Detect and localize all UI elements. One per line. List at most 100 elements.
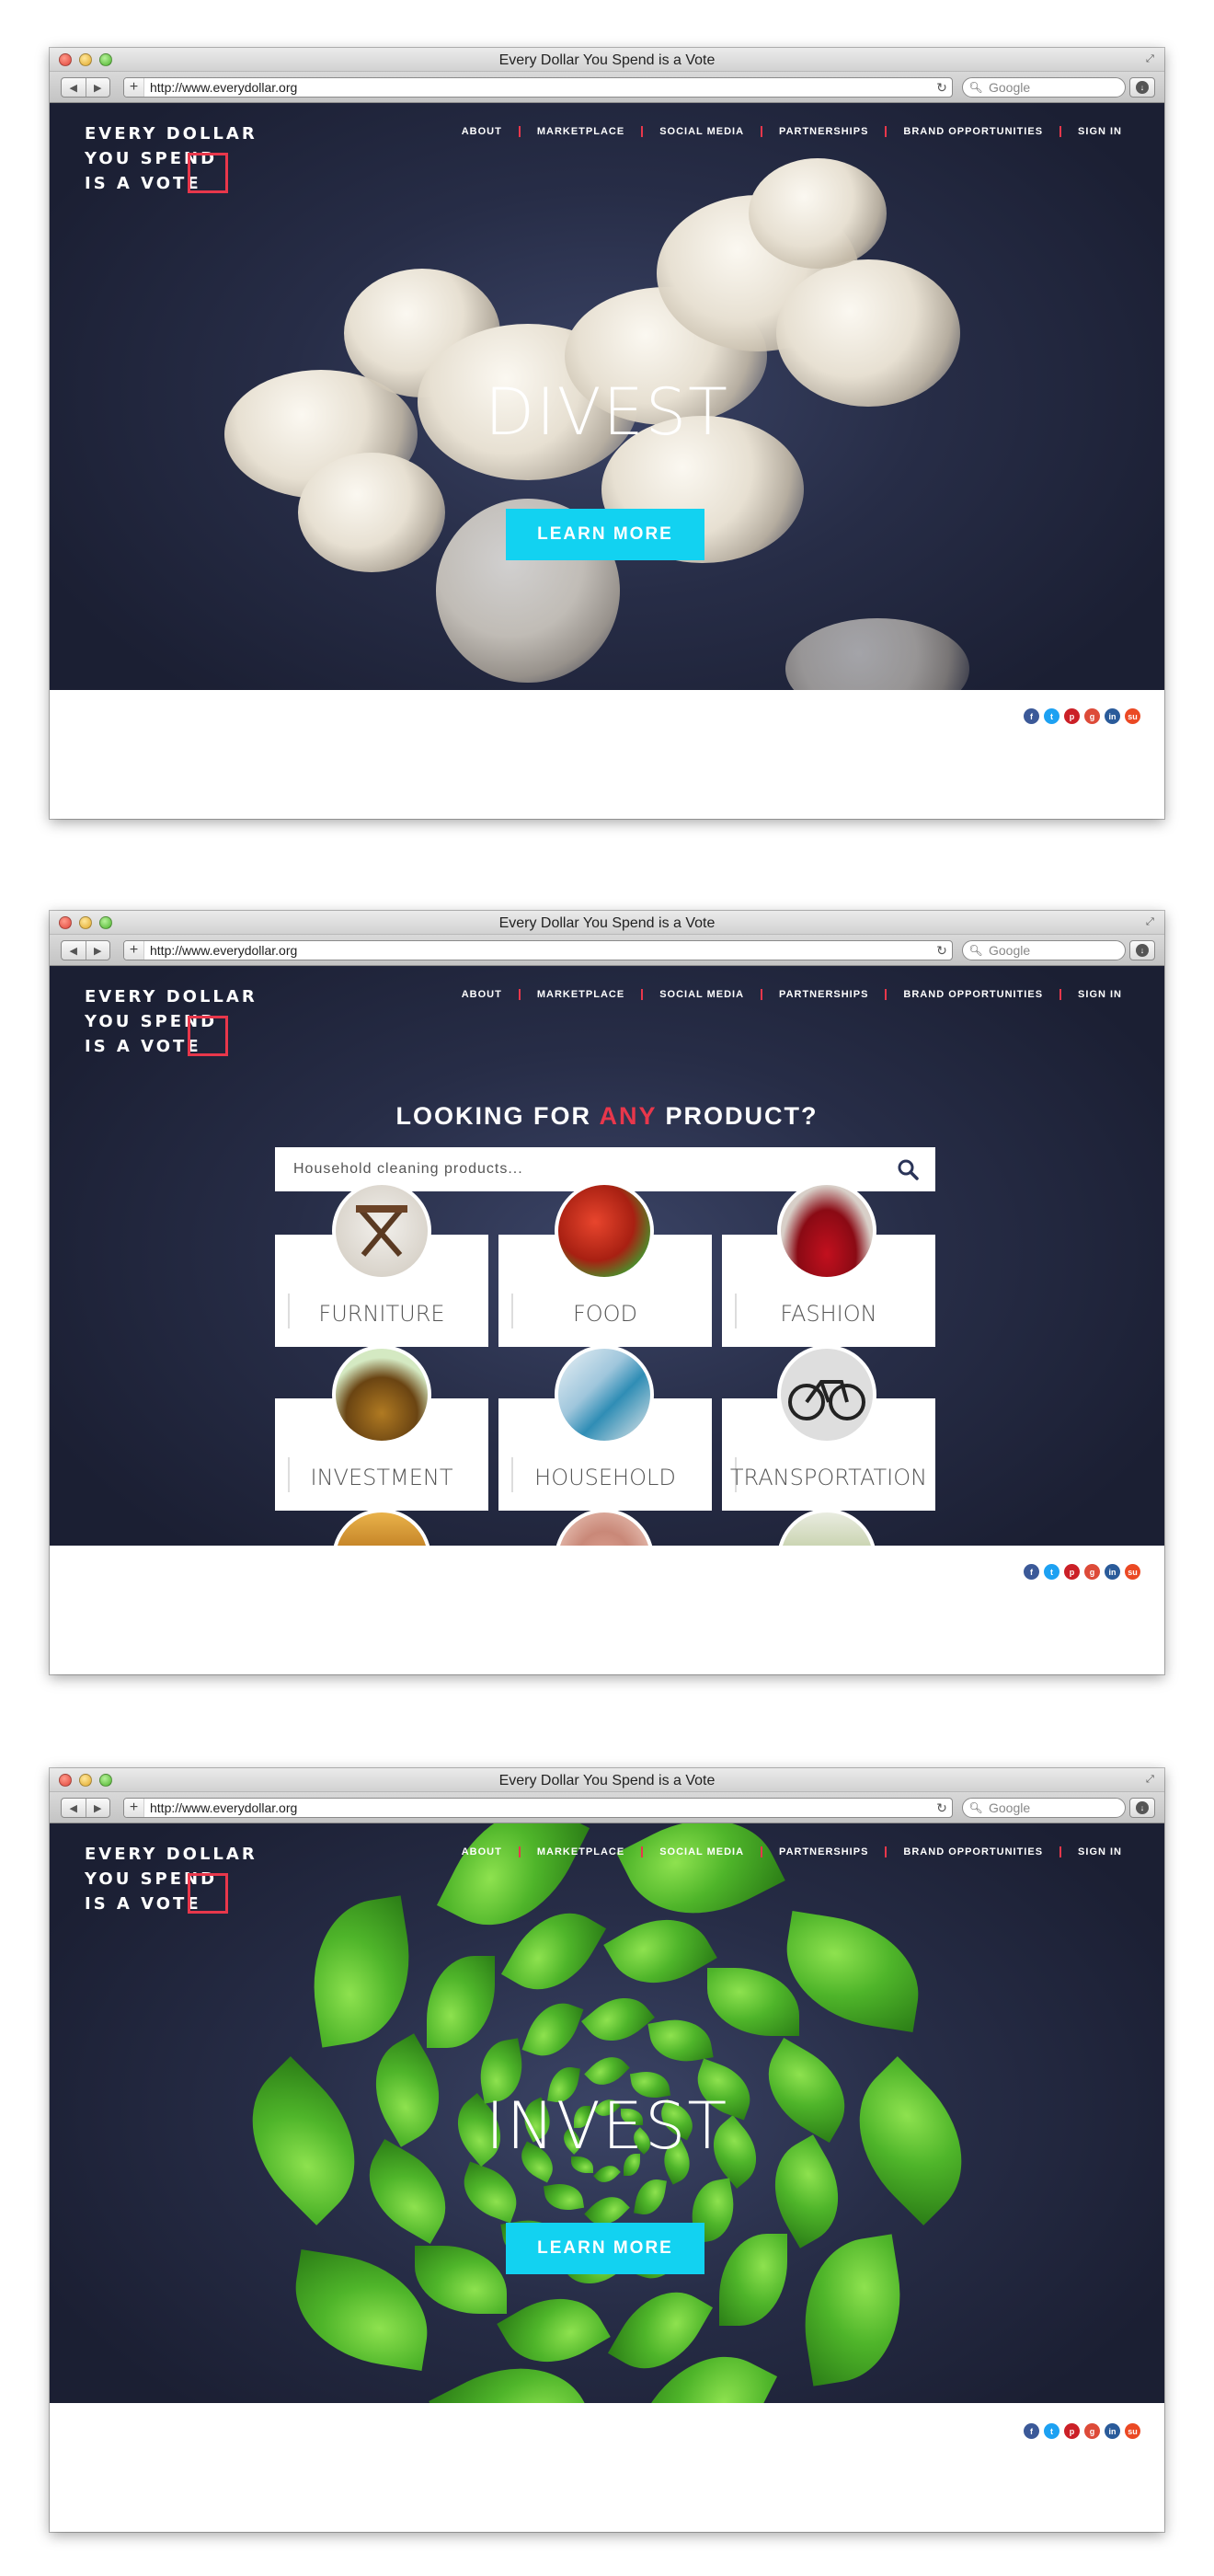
- facebook-icon[interactable]: f: [1024, 708, 1039, 724]
- facebook-icon[interactable]: f: [1024, 2423, 1039, 2439]
- nav-social-media[interactable]: SOCIAL MEDIA: [659, 989, 744, 1000]
- nav-brand-opportunities[interactable]: BRAND OPPORTUNITIES: [903, 989, 1043, 1000]
- site-logo[interactable]: EVERY DOLLAR YOU SPEND IS A VOTE: [85, 984, 258, 1059]
- nav-partnerships[interactable]: PARTNERSHIPS: [779, 1846, 868, 1857]
- twitter-icon[interactable]: t: [1044, 1564, 1059, 1580]
- nav-marketplace[interactable]: MARKETPLACE: [537, 989, 624, 1000]
- search-icon: 🔍︎: [968, 81, 983, 94]
- fullscreen-icon[interactable]: ⤢: [1146, 916, 1157, 927]
- social-links: f t p g in su: [1024, 1564, 1140, 1580]
- stumbleupon-icon[interactable]: su: [1125, 708, 1140, 724]
- nav-partnerships[interactable]: PARTNERSHIPS: [779, 126, 868, 137]
- heading-text: LOOKING FOR: [395, 1102, 600, 1130]
- add-bookmark-icon[interactable]: +: [124, 1799, 144, 1817]
- nav-brand-opportunities[interactable]: BRAND OPPORTUNITIES: [903, 126, 1043, 137]
- site-logo[interactable]: EVERY DOLLAR YOU SPEND IS A VOTE: [85, 1842, 258, 1916]
- forward-button[interactable]: ▶: [85, 1799, 110, 1817]
- fashion-thumbnail: [777, 1181, 876, 1281]
- nav-divider: [1059, 989, 1062, 1000]
- address-bar[interactable]: + http://www.everydollar.org ↻: [123, 940, 953, 960]
- browser-window-marketplace: Every Dollar You Spend is a Vote ⤢ ◀ ▶ +…: [50, 911, 1164, 1674]
- logo-line-2: YOU SPEND: [85, 1869, 218, 1889]
- nav-sign-in[interactable]: SIGN IN: [1078, 126, 1122, 137]
- googleplus-icon[interactable]: g: [1084, 2423, 1100, 2439]
- back-button[interactable]: ◀: [62, 941, 86, 960]
- page-content: EVERY DOLLAR YOU SPEND IS A VOTE ABOUT M…: [50, 966, 1164, 1601]
- reload-icon[interactable]: ↻: [932, 80, 952, 96]
- nav-marketplace[interactable]: MARKETPLACE: [537, 126, 624, 137]
- window-title: Every Dollar You Spend is a Vote: [498, 1773, 716, 1788]
- category-label: FURNITURE: [318, 1301, 445, 1327]
- downloads-button[interactable]: ↓: [1129, 1798, 1155, 1818]
- add-bookmark-icon[interactable]: +: [124, 941, 144, 960]
- browser-window-invest: Every Dollar You Spend is a Vote ⤢ ◀ ▶ +…: [50, 1768, 1164, 2532]
- pinterest-icon[interactable]: p: [1064, 2423, 1080, 2439]
- back-button[interactable]: ◀: [62, 78, 86, 97]
- linkedin-icon[interactable]: in: [1105, 1564, 1120, 1580]
- search-icon[interactable]: [880, 1158, 935, 1180]
- nav-about[interactable]: ABOUT: [462, 989, 502, 1000]
- heading-accent: ANY: [599, 1102, 658, 1130]
- site-logo[interactable]: EVERY DOLLAR YOU SPEND IS A VOTE: [85, 121, 258, 196]
- logo-line-3: IS A VOTE: [85, 174, 201, 193]
- googleplus-icon[interactable]: g: [1084, 1564, 1100, 1580]
- hero-title: DIVEST: [485, 374, 729, 450]
- linkedin-icon[interactable]: in: [1105, 708, 1120, 724]
- stumbleupon-icon[interactable]: su: [1125, 2423, 1140, 2439]
- downloads-button[interactable]: ↓: [1129, 940, 1155, 960]
- page-footer: f t p g in su: [50, 1546, 1164, 1601]
- nav-sign-in[interactable]: SIGN IN: [1078, 1846, 1122, 1857]
- nav-divider: [885, 1846, 888, 1857]
- forward-button[interactable]: ▶: [85, 78, 110, 97]
- nav-partnerships[interactable]: PARTNERSHIPS: [779, 989, 868, 1000]
- nav-about[interactable]: ABOUT: [462, 126, 502, 137]
- download-icon: ↓: [1136, 944, 1149, 957]
- reload-icon[interactable]: ↻: [932, 1800, 952, 1816]
- page-content: EVERY DOLLAR YOU SPEND IS A VOTE ABOUT M…: [50, 103, 1164, 745]
- linkedin-icon[interactable]: in: [1105, 2423, 1120, 2439]
- downloads-button[interactable]: ↓: [1129, 77, 1155, 98]
- add-bookmark-icon[interactable]: +: [124, 78, 144, 97]
- main-nav: ABOUT MARKETPLACE SOCIAL MEDIA PARTNERSH…: [462, 989, 1122, 1000]
- pinterest-icon[interactable]: p: [1064, 708, 1080, 724]
- browser-window-divest: Every Dollar You Spend is a Vote ⤢ ◀ ▶ +…: [50, 48, 1164, 819]
- googleplus-icon[interactable]: g: [1084, 708, 1100, 724]
- stumbleupon-icon[interactable]: su: [1125, 1564, 1140, 1580]
- twitter-icon[interactable]: t: [1044, 708, 1059, 724]
- social-links: f t p g in su: [1024, 2423, 1140, 2439]
- search-icon: 🔍︎: [968, 944, 983, 957]
- twitter-icon[interactable]: t: [1044, 2423, 1059, 2439]
- facebook-icon[interactable]: f: [1024, 1564, 1039, 1580]
- url-text[interactable]: http://www.everydollar.org: [144, 80, 932, 95]
- address-bar[interactable]: + http://www.everydollar.org ↻: [123, 77, 953, 98]
- reload-icon[interactable]: ↻: [932, 943, 952, 959]
- download-icon: ↓: [1136, 1801, 1149, 1814]
- logo-line-2: YOU SPEND: [85, 1012, 218, 1031]
- pinterest-icon[interactable]: p: [1064, 1564, 1080, 1580]
- learn-more-button[interactable]: LEARN MORE: [506, 509, 704, 560]
- nav-divider: [761, 989, 763, 1000]
- nav-sign-in[interactable]: SIGN IN: [1078, 989, 1122, 1000]
- browser-search-field[interactable]: 🔍︎ Google: [962, 1798, 1126, 1818]
- logo-line-3: IS A VOTE: [85, 1037, 201, 1056]
- social-links: f t p g in su: [1024, 708, 1140, 724]
- nav-marketplace[interactable]: MARKETPLACE: [537, 1846, 624, 1857]
- nav-about[interactable]: ABOUT: [462, 1846, 502, 1857]
- nav-divider: [1059, 1846, 1062, 1857]
- logo-line-3: IS A VOTE: [85, 1894, 201, 1914]
- fullscreen-icon[interactable]: ⤢: [1146, 53, 1157, 64]
- back-button[interactable]: ◀: [62, 1799, 86, 1817]
- nav-brand-opportunities[interactable]: BRAND OPPORTUNITIES: [903, 1846, 1043, 1857]
- fullscreen-icon[interactable]: ⤢: [1146, 1774, 1157, 1785]
- browser-search-field[interactable]: 🔍︎ Google: [962, 940, 1126, 960]
- nav-divider: [641, 126, 644, 137]
- download-icon: ↓: [1136, 81, 1149, 94]
- nav-social-media[interactable]: SOCIAL MEDIA: [659, 1846, 744, 1857]
- url-text[interactable]: http://www.everydollar.org: [144, 943, 932, 958]
- nav-social-media[interactable]: SOCIAL MEDIA: [659, 126, 744, 137]
- address-bar[interactable]: + http://www.everydollar.org ↻: [123, 1798, 953, 1818]
- url-text[interactable]: http://www.everydollar.org: [144, 1800, 932, 1815]
- browser-search-field[interactable]: 🔍︎ Google: [962, 77, 1126, 98]
- forward-button[interactable]: ▶: [85, 941, 110, 960]
- learn-more-button[interactable]: LEARN MORE: [506, 2223, 704, 2274]
